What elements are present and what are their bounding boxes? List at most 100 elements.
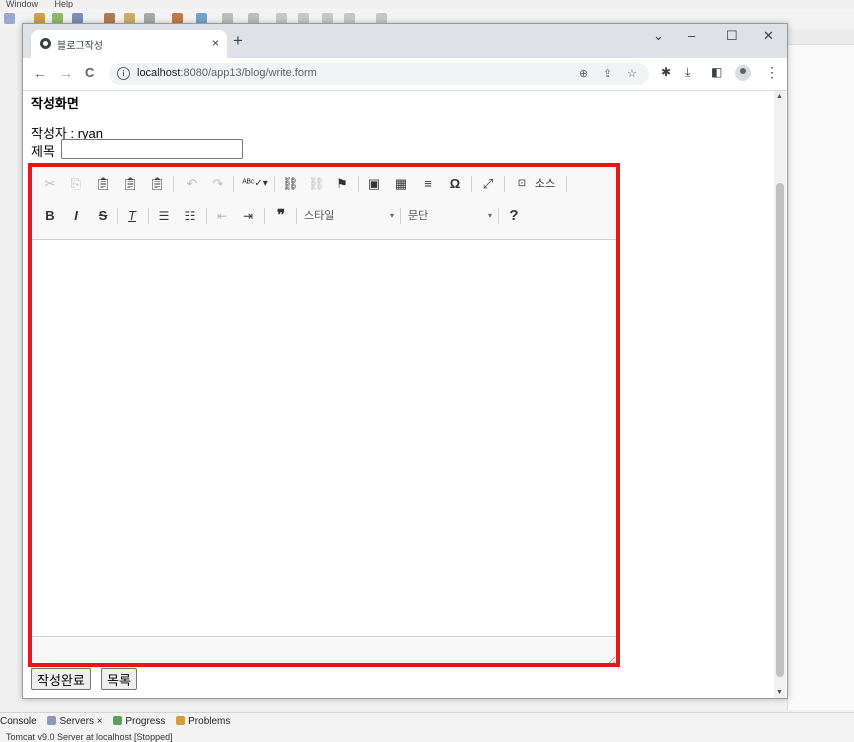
toolbar-separator	[233, 176, 234, 192]
redo-icon[interactable]: ↷	[210, 176, 226, 192]
eclipse-bottom-panel: Console Servers × Progress Problems Tomc…	[0, 712, 854, 742]
menu-window[interactable]: Window	[6, 0, 38, 8]
download-icon[interactable]: ⤓	[685, 65, 690, 80]
info-icon[interactable]: i	[117, 67, 130, 80]
scroll-thumb[interactable]	[776, 183, 784, 677]
toolbar-separator	[504, 176, 505, 192]
toolbar-separator	[498, 208, 499, 224]
side-panel-icon[interactable]: ◧	[711, 65, 722, 79]
source-icon[interactable]: ⊡	[514, 176, 530, 192]
bulleted-list-icon[interactable]: ☷	[182, 208, 198, 224]
toolbar-separator	[471, 176, 472, 192]
tab-strip: 블로그작성 × + ⌄ – ☐ ✕	[23, 24, 787, 58]
indent-icon[interactable]: ⇥	[240, 208, 256, 224]
scroll-down-arrow-icon[interactable]: ▼	[776, 689, 783, 696]
panel-header	[788, 30, 854, 45]
source-button-label[interactable]: 소스	[532, 176, 558, 192]
browser-window: 블로그작성 × + ⌄ – ☐ ✕ ← → C i localhost:8080…	[22, 23, 788, 699]
zoom-icon[interactable]: ⊕	[579, 67, 588, 80]
toolbar-separator	[264, 208, 265, 224]
bold-icon[interactable]: B	[42, 208, 58, 224]
strikethrough-icon[interactable]: S	[95, 208, 111, 224]
paste-word-icon[interactable]: 📋︎	[149, 176, 166, 192]
editor-toolbar: ✂ ⎘ 📋︎ 📋︎ 📋︎ ↶ ↷ ᴬᴮᶜ✓▾ ⛓ ⛓ ⚑ ▣ ▦ ≡ Ω ⤢ ⊡…	[32, 164, 618, 240]
toolbar-separator	[358, 176, 359, 192]
tab-title: 블로그작성	[57, 41, 103, 52]
style-dropdown[interactable]: 스타일 ▾	[304, 207, 394, 225]
tab-console[interactable]: Console	[0, 716, 37, 727]
help-icon[interactable]: ?	[506, 208, 522, 224]
title-input[interactable]	[61, 139, 243, 159]
special-char-omega-icon[interactable]: Ω	[447, 176, 463, 192]
toolbar-separator	[296, 208, 297, 224]
globe-icon	[40, 38, 51, 49]
chevron-down-icon: ▾	[487, 211, 492, 220]
browser-menu-icon[interactable]: ⋮	[765, 64, 779, 81]
menu-help[interactable]: Help	[55, 0, 74, 8]
minimize-button[interactable]: –	[688, 28, 695, 43]
eclipse-right-panel	[787, 30, 854, 710]
tab-servers[interactable]: Servers ×	[47, 716, 103, 727]
remove-format-icon[interactable]: T	[124, 208, 140, 224]
servers-icon	[47, 716, 57, 725]
numbered-list-icon[interactable]: ☰	[156, 208, 172, 224]
scroll-up-arrow-icon[interactable]: ▲	[776, 93, 783, 100]
table-icon[interactable]: ▦	[393, 176, 409, 192]
horizontal-line-icon[interactable]: ≡	[420, 176, 436, 192]
image-icon[interactable]: ▣	[366, 176, 382, 192]
vertical-scrollbar[interactable]: ▲ ▼	[774, 91, 786, 698]
copy-icon[interactable]: ⎘	[68, 176, 84, 192]
share-icon[interactable]: ⇪	[603, 67, 612, 80]
toolbar-separator	[206, 208, 207, 224]
address-bar: ← → C i localhost:8080/app13/blog/write.…	[23, 58, 787, 91]
toolbar-separator	[566, 176, 567, 192]
new-tab-button[interactable]: +	[233, 31, 243, 51]
toolbar-icon[interactable]	[4, 13, 15, 24]
blockquote-icon[interactable]: ❞	[272, 208, 290, 224]
reload-icon[interactable]: C	[85, 65, 94, 80]
resize-grip-icon[interactable]	[607, 657, 615, 665]
paste-text-icon[interactable]: 📋︎	[122, 176, 139, 192]
close-window-button[interactable]: ✕	[763, 28, 774, 44]
outdent-icon[interactable]: ⇤	[214, 208, 230, 224]
url-bar[interactable]: i localhost:8080/app13/blog/write.form ⊕…	[109, 63, 649, 85]
toolbar-separator	[274, 176, 275, 192]
profile-avatar-icon[interactable]	[735, 65, 751, 81]
chevron-down-icon: ▾	[389, 211, 394, 220]
browser-tab[interactable]: 블로그작성 ×	[31, 30, 227, 58]
problems-icon	[176, 716, 186, 725]
tab-search-icon[interactable]: ⌄	[653, 28, 664, 44]
paste-icon[interactable]: 📋︎	[95, 176, 112, 192]
bookmark-star-icon[interactable]: ☆	[627, 67, 637, 80]
italic-icon[interactable]: I	[68, 208, 84, 224]
maximize-button[interactable]: ☐	[726, 28, 738, 44]
tab-close-icon[interactable]: ×	[212, 36, 219, 50]
url-text[interactable]: localhost:8080/app13/blog/write.form	[137, 67, 437, 79]
maximize-icon[interactable]: ⤢	[480, 176, 496, 192]
progress-icon	[113, 716, 123, 725]
forward-arrow-icon[interactable]: →	[59, 65, 73, 81]
extensions-puzzle-icon[interactable]: ✱	[661, 65, 671, 79]
back-arrow-icon[interactable]: ←	[33, 65, 47, 81]
toolbar-separator	[400, 208, 401, 224]
anchor-flag-icon[interactable]: ⚑	[334, 176, 350, 192]
unlink-icon[interactable]: ⛓	[308, 176, 325, 192]
page-title: 작성화면	[31, 96, 79, 111]
eclipse-menu-bar: Window Help	[0, 0, 854, 8]
spellcheck-icon[interactable]: ᴬᴮᶜ✓▾	[242, 176, 268, 192]
cut-icon[interactable]: ✂	[42, 176, 58, 192]
undo-icon[interactable]: ↶	[184, 176, 200, 192]
page-viewport: 작성화면 작성자 : ryan 제목 ✂ ⎘ 📋︎ 📋︎ 📋︎ ↶ ↷ ᴬᴮᶜ✓…	[23, 91, 787, 698]
toolbar-separator	[173, 176, 174, 192]
tab-progress[interactable]: Progress	[113, 716, 165, 727]
bottom-tabs: Console Servers × Progress Problems	[0, 716, 238, 730]
title-label: 제목	[31, 144, 55, 159]
link-icon[interactable]: ⛓	[282, 176, 299, 192]
editor-content-area[interactable]	[32, 240, 618, 636]
tab-problems[interactable]: Problems	[176, 716, 230, 727]
list-button[interactable]: 목록	[101, 668, 137, 690]
format-dropdown[interactable]: 문단 ▾	[408, 207, 492, 225]
rich-text-editor: ✂ ⎘ 📋︎ 📋︎ 📋︎ ↶ ↷ ᴬᴮᶜ✓▾ ⛓ ⛓ ⚑ ▣ ▦ ≡ Ω ⤢ ⊡…	[31, 163, 619, 669]
submit-button[interactable]: 작성완료	[31, 668, 91, 690]
toolbar-separator	[148, 208, 149, 224]
